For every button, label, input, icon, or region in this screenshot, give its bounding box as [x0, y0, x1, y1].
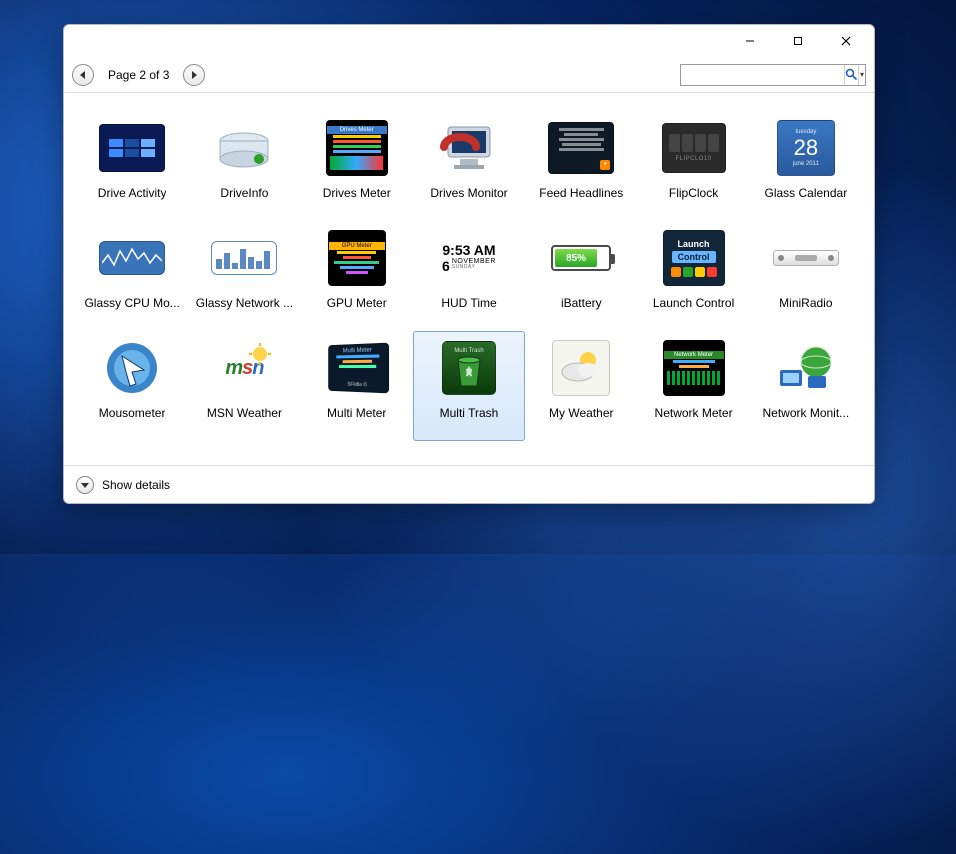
- gadget-drives-monitor[interactable]: Drives Monitor: [413, 111, 525, 221]
- gadget-grid: Drive ActivityDriveInfoDrives MeterDrive…: [64, 93, 874, 465]
- drives-monitor-icon: [434, 118, 504, 178]
- gadget-label: Launch Control: [653, 296, 734, 310]
- gadget-multi-meter[interactable]: Multi MeterSFkilla © Multi Meter: [301, 331, 413, 441]
- gadget-gpu-meter[interactable]: GPU Meter GPU Meter: [301, 221, 413, 331]
- gadget-my-weather[interactable]: My Weather: [525, 331, 637, 441]
- gadget-multi-trash[interactable]: Multi Trash Multi Trash: [413, 331, 525, 441]
- mousometer-icon: [97, 338, 167, 398]
- ibattery-icon: 85%: [546, 228, 616, 288]
- gadget-label: Glass Calendar: [764, 186, 847, 200]
- glassy-cpu-icon: [97, 228, 167, 288]
- gadget-miniradio[interactable]: MiniRadio: [750, 221, 862, 331]
- gadget-label: Multi Meter: [327, 406, 386, 420]
- gadget-driveinfo[interactable]: DriveInfo: [188, 111, 300, 221]
- hud-time-icon: 9:53 AM6NOVEMBERSUNDAY: [434, 228, 504, 288]
- gadget-glass-calendar[interactable]: tuesday28june 2011 Glass Calendar: [750, 111, 862, 221]
- gadget-msn-weather[interactable]: msn MSN Weather: [188, 331, 300, 441]
- feed-headlines-icon: •: [546, 118, 616, 178]
- multi-trash-icon: Multi Trash: [434, 338, 504, 398]
- gadget-label: MiniRadio: [779, 296, 832, 310]
- gadget-label: Feed Headlines: [539, 186, 623, 200]
- close-button[interactable]: [824, 28, 868, 54]
- gadget-label: Glassy Network ...: [196, 296, 293, 310]
- gadget-label: MSN Weather: [207, 406, 282, 420]
- show-details-toggle[interactable]: [76, 476, 94, 494]
- network-meter-icon: Network Meter: [659, 338, 729, 398]
- search-button[interactable]: [844, 65, 858, 85]
- search-box: ▾: [680, 64, 866, 86]
- gadget-label: FlipClock: [669, 186, 718, 200]
- glassy-network-icon: [209, 228, 279, 288]
- search-input[interactable]: [681, 68, 844, 82]
- gadget-label: My Weather: [549, 406, 613, 420]
- gadget-glassy-network[interactable]: Glassy Network ...: [188, 221, 300, 331]
- gadget-drive-activity[interactable]: Drive Activity: [76, 111, 188, 221]
- flipclock-icon: FLIPCLO10: [659, 118, 729, 178]
- gadget-label: GPU Meter: [327, 296, 387, 310]
- msn-weather-icon: msn: [209, 338, 279, 398]
- gadget-launch-control[interactable]: LaunchControl Launch Control: [637, 221, 749, 331]
- network-monitor-icon: [771, 338, 841, 398]
- gadget-label: Network Monit...: [762, 406, 849, 420]
- page-indicator: Page 2 of 3: [100, 68, 177, 82]
- drive-activity-icon: [97, 118, 167, 178]
- gadget-label: Multi Trash: [440, 406, 499, 420]
- gadget-label: HUD Time: [441, 296, 496, 310]
- show-details-label: Show details: [102, 478, 170, 492]
- titlebar: [64, 25, 874, 57]
- gadget-feed-headlines[interactable]: • Feed Headlines: [525, 111, 637, 221]
- drives-meter-icon: Drives Meter: [322, 118, 392, 178]
- footer: Show details: [64, 465, 874, 503]
- gadget-network-monitor[interactable]: Network Monit...: [750, 331, 862, 441]
- search-dropdown[interactable]: ▾: [858, 65, 865, 85]
- toolbar: Page 2 of 3 ▾: [64, 57, 874, 93]
- gadget-glassy-cpu[interactable]: Glassy CPU Mo...: [76, 221, 188, 331]
- gadget-hud-time[interactable]: 9:53 AM6NOVEMBERSUNDAY HUD Time: [413, 221, 525, 331]
- gadget-network-meter[interactable]: Network Meter Network Meter: [637, 331, 749, 441]
- gadget-label: Network Meter: [655, 406, 733, 420]
- gadget-label: Drives Monitor: [430, 186, 507, 200]
- maximize-button[interactable]: [776, 28, 820, 54]
- miniradio-icon: [771, 228, 841, 288]
- gadget-label: Drive Activity: [98, 186, 167, 200]
- gpu-meter-icon: GPU Meter: [322, 228, 392, 288]
- gadget-flipclock[interactable]: FLIPCLO10 FlipClock: [637, 111, 749, 221]
- my-weather-icon: [546, 338, 616, 398]
- gadget-gallery-window: Page 2 of 3 ▾ Drive Activity DriveInfo Dri…: [63, 24, 875, 504]
- glass-calendar-icon: tuesday28june 2011: [771, 118, 841, 178]
- minimize-button[interactable]: [728, 28, 772, 54]
- gadget-label: iBattery: [561, 296, 602, 310]
- launch-control-icon: LaunchControl: [659, 228, 729, 288]
- next-page-button[interactable]: [183, 64, 205, 86]
- gadget-drives-meter[interactable]: Drives Meter Drives Meter: [301, 111, 413, 221]
- gadget-label: Drives Meter: [323, 186, 391, 200]
- gadget-ibattery[interactable]: 85% iBattery: [525, 221, 637, 331]
- prev-page-button[interactable]: [72, 64, 94, 86]
- gadget-mousometer[interactable]: Mousometer: [76, 331, 188, 441]
- multi-meter-icon: Multi MeterSFkilla ©: [322, 338, 392, 398]
- gadget-label: Mousometer: [99, 406, 166, 420]
- driveinfo-icon: [209, 118, 279, 178]
- gadget-label: DriveInfo: [220, 186, 268, 200]
- gadget-label: Glassy CPU Mo...: [84, 296, 179, 310]
